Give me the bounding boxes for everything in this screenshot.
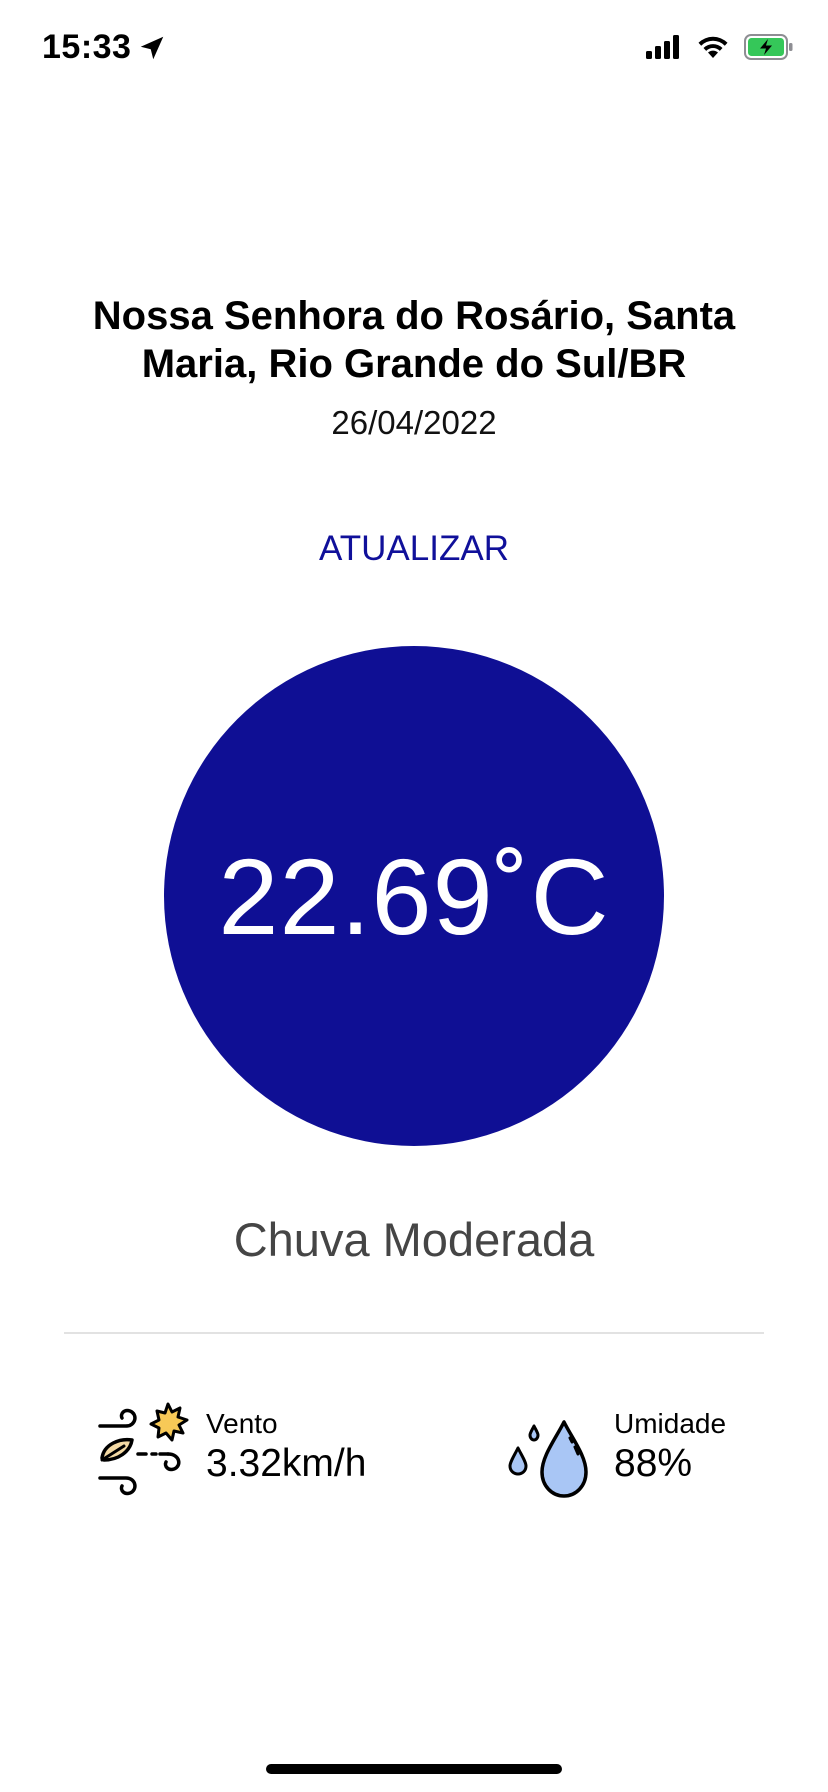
weather-condition: Chuva Moderada [233, 1213, 595, 1266]
wind-icon [98, 1402, 189, 1496]
temperature-value: 22.69˚C [218, 835, 610, 957]
status-time: 15:33 [42, 28, 132, 66]
cellular-signal-icon [646, 35, 679, 59]
home-indicator[interactable] [266, 1764, 562, 1774]
refresh-button[interactable]: ATUALIZAR [264, 524, 564, 572]
wifi-icon [698, 36, 728, 58]
wind-text: Vento 3.32km/h [206, 1407, 366, 1487]
temperature-circle: 22.69˚C [164, 646, 664, 1146]
location-arrow-icon [141, 36, 164, 59]
wind-label: Vento [206, 1408, 278, 1439]
location-title: Nossa Senhora do Rosário, Santa Maria, R… [92, 294, 736, 386]
divider [64, 1332, 764, 1334]
status-icons [646, 34, 794, 60]
wind-metric: Vento 3.32km/h [96, 1392, 366, 1502]
water-drop-icon [508, 1420, 588, 1498]
battery-charging-icon [744, 34, 793, 60]
humidity-value: 88% [614, 1442, 693, 1485]
status-time-group: 15:33 [42, 28, 167, 67]
humidity-text: Umidade 88% [614, 1407, 726, 1487]
weather-screen: 15:33 Nossa Senhora do Rosário, Santa Ma… [0, 0, 828, 1792]
status-bar: 15:33 [0, 0, 828, 100]
humidity-metric: Umidade 88% [504, 1392, 726, 1502]
wind-value: 3.32km/h [206, 1442, 367, 1485]
date-label: 26/04/2022 [331, 404, 497, 441]
humidity-label: Umidade [614, 1408, 727, 1439]
